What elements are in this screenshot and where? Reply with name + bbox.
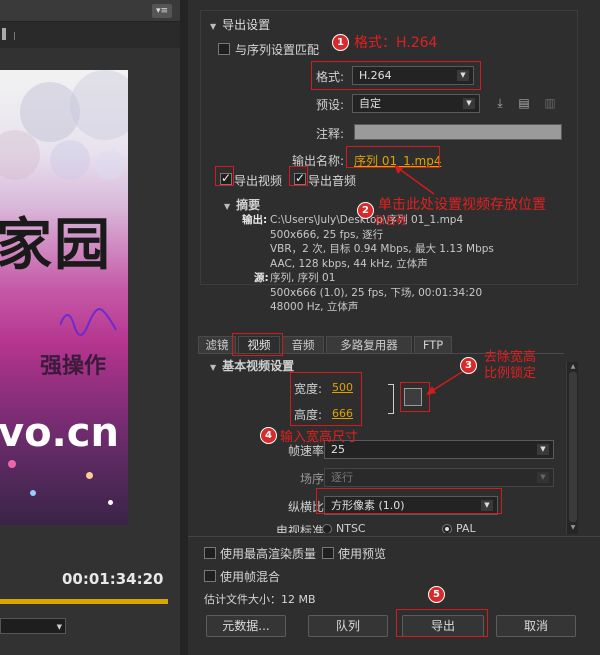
tab-filters[interactable]: 滤镜	[198, 336, 236, 354]
chevron-down-icon: ▼	[463, 98, 475, 109]
tab-edge-icon	[2, 28, 6, 40]
collapse-triangle-icon: ▼	[224, 202, 231, 211]
summary-source-label: 源:	[254, 272, 269, 284]
tab-ftp[interactable]: FTP	[414, 336, 452, 354]
use-preview-label: 使用预览	[338, 547, 387, 561]
timeline-bar[interactable]	[0, 599, 168, 604]
annotation-box-export-audio	[289, 166, 308, 186]
annotation-box-aspect-ratio	[316, 488, 502, 514]
collapse-triangle-icon: ▼	[210, 363, 217, 372]
export-settings-title[interactable]: ▼ 导出设置	[210, 16, 270, 33]
zoom-select[interactable]: ▼	[0, 618, 66, 634]
link-bracket	[388, 384, 394, 414]
video-scrollbar[interactable]: ▲ ▼	[566, 362, 578, 534]
field-order-value: 逐行	[331, 471, 353, 484]
ntsc-label: NTSC	[336, 522, 366, 533]
annotation-badge-5: 5	[428, 586, 445, 603]
video-preview: 家园 强操作 vo.cn	[0, 70, 128, 525]
annotation-note-2: 单击此处设置视频存放位置	[378, 197, 546, 213]
max-render-label: 使用最高渲染质量	[220, 547, 317, 561]
tab-multiplexer[interactable]: 多路复用器	[326, 336, 412, 354]
annotation-box-video-tab	[232, 333, 283, 356]
frame-blend-checkbox[interactable]	[204, 570, 216, 582]
preview-url-text: vo.cn	[0, 410, 119, 456]
summary-source-lines: 序列, 序列 01 500x666 (1.0), 25 fps, 下场, 00:…	[270, 272, 483, 313]
panel-menu-icon[interactable]: ▾≡	[152, 4, 172, 18]
preset-value: 自定	[359, 97, 381, 110]
preview-topbar: ▾≡	[0, 0, 188, 22]
scrollbar-thumb[interactable]	[569, 372, 577, 522]
timeline-progress	[0, 599, 168, 604]
bottom-bar: 使用最高渲染质量 使用预览 使用帧混合 估计文件大小：12 MB 元数据... …	[188, 536, 600, 655]
wave-graphic	[60, 308, 117, 336]
annotation-note-4: 输入宽高尺寸	[280, 430, 359, 445]
scroll-down-icon[interactable]: ▼	[569, 524, 577, 532]
annotation-box-dimensions	[290, 372, 362, 426]
summary-output-label: 输出:	[242, 214, 268, 226]
ntsc-radio[interactable]	[322, 524, 332, 533]
delete-preset-icon[interactable]: ▥	[542, 96, 558, 110]
chevron-down-icon: ▼	[537, 472, 549, 483]
chevron-down-icon: ▼	[537, 444, 549, 455]
preview-panel: ▾≡ 家园 强操作 vo.cn 00:01:34:20 ▼	[0, 0, 188, 655]
frame-rate-dropdown[interactable]: 25 ▼	[324, 440, 554, 459]
tv-standard-label: 电视标准:	[276, 524, 329, 533]
scroll-up-icon[interactable]: ▲	[569, 363, 577, 371]
timecode: 00:01:34:20	[62, 570, 164, 588]
save-preset-icon[interactable]: ⤓	[492, 96, 508, 110]
pal-label: PAL	[456, 522, 476, 533]
panel-divider[interactable]	[180, 0, 188, 655]
import-preset-icon[interactable]: ▤	[516, 96, 532, 110]
annotation-box-export-video	[215, 166, 234, 186]
export-settings-panel: ▼ 导出设置 与序列设置匹配 格式: H.264 ▼ 预设: 自定 ▼ ⤓ ▤ ▥…	[188, 0, 600, 655]
annotation-badge-1: 1	[332, 34, 349, 51]
basic-video-title[interactable]: ▼ 基本视频设置	[210, 357, 294, 374]
annotation-box-export-button	[396, 609, 488, 637]
preview-subtitle-text: 强操作	[40, 354, 107, 379]
summary-title[interactable]: ▼ 摘要	[224, 196, 260, 213]
annotation-note-2b: 和名称	[374, 214, 407, 227]
frame-blend-label: 使用帧混合	[220, 570, 281, 584]
export-video-label: 导出视频	[234, 174, 283, 188]
preview-tabstrip	[0, 22, 188, 48]
match-sequence-label: 与序列设置匹配	[235, 43, 320, 57]
preset-label: 预设:	[316, 98, 345, 112]
cancel-button[interactable]: 取消	[496, 615, 576, 637]
field-order-dropdown[interactable]: 逐行 ▼	[324, 468, 554, 487]
pal-radio[interactable]	[442, 524, 452, 533]
annotation-badge-4: 4	[260, 427, 277, 444]
preset-dropdown[interactable]: 自定 ▼	[352, 94, 480, 113]
use-preview-checkbox[interactable]	[322, 547, 334, 559]
file-size-label: 估计文件大小：12 MB	[204, 593, 316, 606]
chevron-down-icon: ▼	[56, 623, 62, 631]
annotation-box-aspect-lock	[400, 382, 430, 412]
annotation-badge-2: 2	[357, 202, 374, 219]
tab-audio[interactable]: 音频	[282, 336, 324, 354]
annotation-box-format	[311, 61, 481, 90]
match-sequence-checkbox[interactable]	[218, 43, 230, 55]
preview-title-text: 家园	[0, 212, 112, 278]
max-render-checkbox[interactable]	[204, 547, 216, 559]
annotation-note-1: 格式：H.264	[354, 35, 438, 51]
annotation-note-3b: 比例锁定	[484, 366, 537, 381]
comments-label: 注释:	[316, 127, 345, 141]
tab-divider	[14, 32, 15, 40]
comments-field[interactable]	[354, 124, 562, 140]
export-audio-label: 导出音频	[308, 174, 357, 188]
queue-button[interactable]: 队列	[308, 615, 388, 637]
metadata-button[interactable]: 元数据...	[206, 615, 286, 637]
collapse-triangle-icon: ▼	[210, 22, 217, 31]
